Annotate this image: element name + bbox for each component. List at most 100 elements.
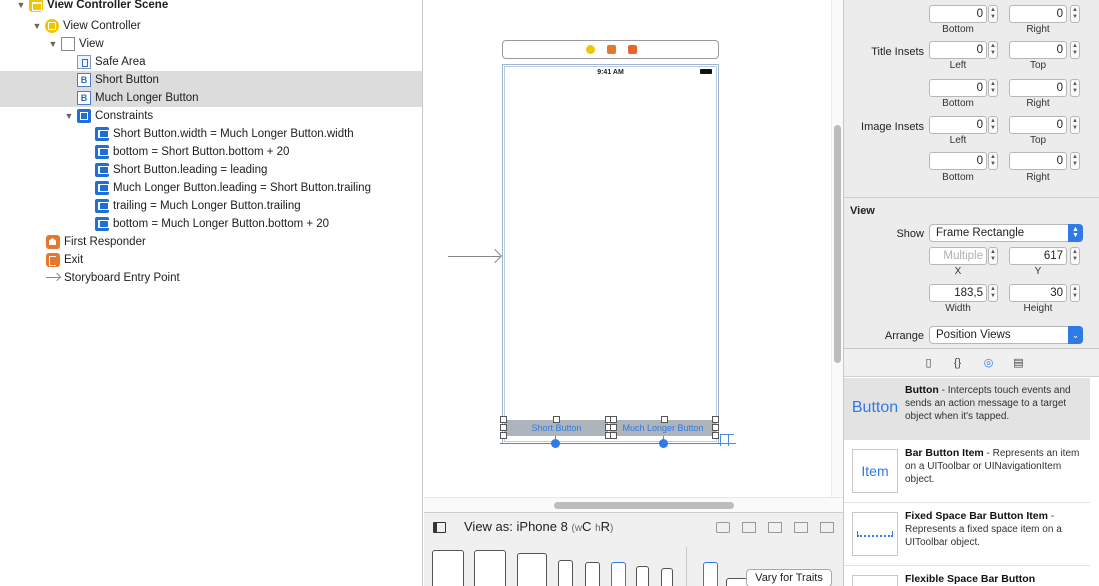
outline-row-safe-area[interactable]: Safe Area [0,53,422,71]
stepper[interactable]: ▲ ▼ [988,152,998,170]
outline-row-constraint[interactable]: Short Button.width = Much Longer Button.… [0,125,422,143]
orientation-landscape-icon[interactable] [726,578,748,586]
device-ipad-icon[interactable] [517,553,547,586]
image-insets-left-field[interactable]: 0 [929,116,987,134]
outline-row-short-button[interactable]: B Short Button [0,71,422,89]
image-insets-top-field[interactable]: 0 [1009,116,1067,134]
entry-point-arrow-icon[interactable] [448,256,500,257]
disclosure-triangle-icon[interactable]: ▼ [32,21,42,31]
title-insets-top-field[interactable]: 0 [1009,41,1067,59]
stepper[interactable]: ▲ ▼ [1070,247,1080,265]
image-insets-bottom-field[interactable]: 0 [929,152,987,170]
resize-handle[interactable] [610,432,617,439]
outline-row-constraint[interactable]: Short Button.leading = leading [0,161,422,179]
image-insets-right-field[interactable]: 0 [1009,152,1067,170]
device-iphone-x-icon[interactable] [558,560,573,586]
stepper[interactable]: ▲ ▼ [1070,79,1080,97]
view-as-label[interactable]: View as: iPhone 8 (wC hR) [464,519,613,534]
embed-in-stack-icon[interactable] [768,522,782,533]
outline-row-first-responder[interactable]: First Responder [0,233,422,251]
stepper[interactable]: ▲ ▼ [1070,41,1080,59]
stepper[interactable]: ▲ ▼ [1070,116,1080,134]
device-iphone-plus-icon[interactable] [585,562,600,586]
first-responder-icon[interactable] [607,45,616,54]
inset-right-field[interactable]: 0 [1009,5,1067,23]
stepper[interactable]: ▲ ▼ [988,116,998,134]
device-iphone-se-icon[interactable] [636,566,649,586]
resize-handle[interactable] [661,416,668,423]
zoom-fit-icon[interactable] [716,522,730,533]
outline-row-view[interactable]: ▼ View [0,35,422,53]
storyboard-canvas[interactable]: 9:41 AM Short Button Much Longer Button [424,0,828,497]
stepper[interactable]: ▲ ▼ [1070,284,1080,302]
library-item-button[interactable]: Button Button - Intercepts touch events … [844,378,1090,440]
title-insets-right-field[interactable]: 0 [1009,79,1067,97]
outline-row-constraint[interactable]: bottom = Much Longer Button.bottom + 20 [0,215,422,233]
resize-handle[interactable] [610,424,617,431]
frame-x-field[interactable]: Multiple [929,247,987,265]
resize-handle[interactable] [712,424,719,431]
inspector-scrollbar[interactable] [1090,0,1099,340]
device-ipad-pro-12-icon[interactable] [432,550,464,586]
device-iphone-8-icon[interactable] [611,562,626,586]
title-insets-bottom-field[interactable]: 0 [929,79,987,97]
frame-height-field[interactable]: 30 [1009,284,1067,302]
constraint-line[interactable] [720,434,734,435]
stepper[interactable]: ▲ ▼ [988,247,998,265]
outline-row-exit[interactable]: Exit [0,251,422,269]
stepper[interactable]: ▲ ▼ [988,5,998,23]
file-template-icon[interactable]: ▯ [922,356,935,369]
orientation-portrait-icon[interactable] [703,562,718,586]
outline-row-constraint[interactable]: Much Longer Button.leading = Short Butto… [0,179,422,197]
resize-handle[interactable] [500,424,507,431]
outline-row-entry-point[interactable]: Storyboard Entry Point [0,269,422,287]
constraint-line[interactable] [720,434,721,446]
outline-row-view-controller[interactable]: ▼ View Controller [0,17,422,35]
outline-row-constraints[interactable]: ▼ Constraints [0,107,422,125]
constraint-indicator-icon[interactable] [551,439,560,448]
outline-row-constraint[interactable]: bottom = Short Button.bottom + 20 [0,143,422,161]
outline-toggle-icon[interactable] [433,522,446,533]
device-iphone-4s-icon[interactable] [661,568,673,586]
view-controller-icon[interactable] [586,45,595,54]
disclosure-triangle-icon[interactable]: ▼ [64,111,74,121]
object-library-icon[interactable]: ◎ [982,356,995,369]
constraint-line[interactable] [728,434,729,446]
library-item-bar-button[interactable]: Item Bar Button Item - Represents an ite… [844,441,1090,503]
resize-handle[interactable] [553,416,560,423]
canvas-vertical-scrollbar[interactable] [831,0,843,497]
resize-handle[interactable] [610,416,617,423]
show-popup[interactable]: Frame Rectangle ▲ ▼ [929,224,1083,242]
align-icon[interactable] [742,522,756,533]
disclosure-triangle-icon[interactable]: ▼ [16,0,26,10]
inset-bottom-field[interactable]: 0 [929,5,987,23]
constraint-indicator-icon[interactable] [659,439,668,448]
exit-icon[interactable] [628,45,637,54]
canvas-horizontal-scrollbar[interactable] [424,497,843,512]
scrollbar-thumb[interactable] [554,502,734,509]
stepper[interactable]: ▲ ▼ [1070,152,1080,170]
resize-handle[interactable] [712,432,719,439]
resize-handle[interactable] [712,416,719,423]
stepper[interactable]: ▲ ▼ [988,41,998,59]
arrange-popup[interactable]: Position Views ⌄ [929,326,1083,344]
frame-y-field[interactable]: 617 [1009,247,1067,265]
stepper[interactable]: ▲ ▼ [988,284,998,302]
stepper[interactable]: ▲ ▼ [1070,5,1080,23]
iphone-canvas-view[interactable]: 9:41 AM [502,64,719,444]
resize-handle[interactable] [500,432,507,439]
disclosure-triangle-icon[interactable]: ▼ [48,39,58,49]
code-snippet-icon[interactable]: {} [951,356,964,369]
outline-row-constraint[interactable]: trailing = Much Longer Button.trailing [0,197,422,215]
vary-for-traits-button[interactable]: Vary for Traits [746,569,832,586]
resize-handle[interactable] [500,416,507,423]
media-library-icon[interactable]: ▤ [1012,356,1025,369]
stepper[interactable]: ▲ ▼ [988,79,998,97]
outline-row-scene[interactable]: ▼ View Controller Scene [0,0,422,14]
library-item-fixed-space[interactable]: Fixed Space Bar Button Item - Represents… [844,504,1090,566]
library-item-flexible-space[interactable]: Flexible Space Bar Button [844,567,1090,586]
outline-row-much-longer-button[interactable]: B Much Longer Button [0,89,422,107]
frame-width-field[interactable]: 183,5 [929,284,987,302]
add-constraints-icon[interactable] [794,522,808,533]
scrollbar-thumb[interactable] [834,125,841,363]
